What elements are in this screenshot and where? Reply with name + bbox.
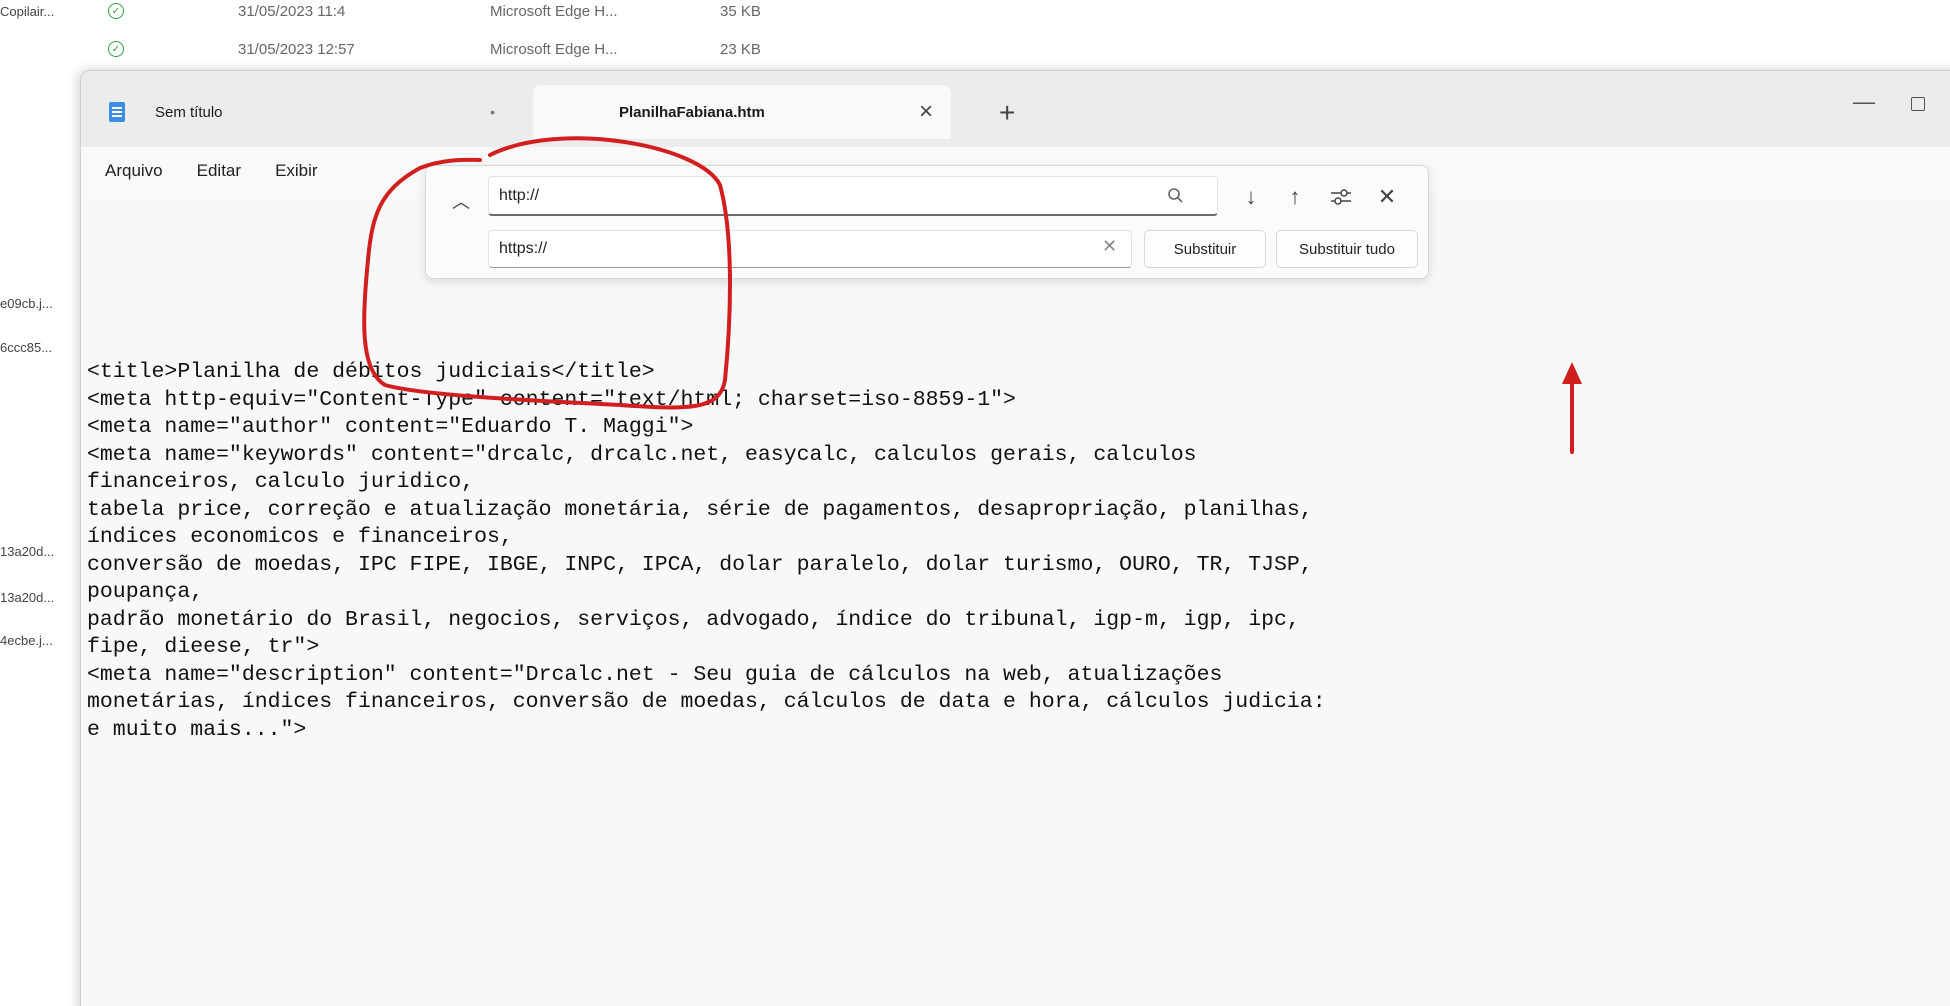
tab-planilhafabiana[interactable]: PlanilhaFabiana.htm ×: [533, 85, 951, 139]
close-icon[interactable]: ✕: [1374, 184, 1400, 210]
sync-status-icon: ✓: [108, 41, 124, 57]
file-name[interactable]: 4ecbe.j...: [0, 633, 84, 648]
code-line: poupança,: [87, 580, 204, 604]
options-icon[interactable]: [1328, 184, 1354, 210]
file-name[interactable]: 13a20d...: [0, 544, 84, 559]
arrow-up-icon[interactable]: ↑: [1282, 184, 1308, 210]
unsaved-indicator: •: [490, 104, 495, 120]
code-line: monetárias, índices financeiros, convers…: [87, 690, 1326, 714]
file-name: Copilair...: [0, 3, 55, 19]
file-type: Microsoft Edge H...: [490, 2, 618, 20]
menu-exibir[interactable]: Exibir: [275, 161, 318, 181]
file-date: 31/05/2023 12:57: [238, 40, 355, 58]
file-name[interactable]: 13a20d...: [0, 590, 84, 605]
replace-button[interactable]: Substituir: [1144, 230, 1266, 268]
file-name[interactable]: e09cb.j...: [0, 296, 84, 311]
menu-arquivo[interactable]: Arquivo: [105, 161, 163, 181]
replace-all-button[interactable]: Substituir tudo: [1276, 230, 1418, 268]
code-line: índices economicos e financeiros,: [87, 525, 513, 549]
notepad-window: Sem título • PlanilhaFabiana.htm × + — A…: [80, 70, 1950, 1006]
replace-input[interactable]: https://: [488, 230, 1132, 268]
search-icon[interactable]: [1166, 186, 1186, 206]
code-line: tabela price, correção e atualização mon…: [87, 497, 1313, 522]
arrow-down-icon[interactable]: ↓: [1238, 184, 1264, 210]
tab-label: PlanilhaFabiana.htm: [619, 103, 765, 121]
code-line: fipe, dieese, tr">: [87, 635, 320, 659]
file-date: 31/05/2023 11:4: [238, 2, 346, 20]
menu-editar[interactable]: Editar: [197, 161, 241, 181]
code-line: conversão de moedas, IPC FIPE, IBGE, INP…: [87, 552, 1313, 577]
code-line: financeiros, calculo juridico,: [87, 470, 475, 494]
code-line: <meta name="keywords" content="drcalc, d…: [87, 442, 1197, 467]
sync-status-icon: ✓: [108, 3, 124, 19]
title-bar: Sem título • PlanilhaFabiana.htm × + —: [81, 71, 1950, 147]
explorer-row[interactable]: ✓ 31/05/2023 12:57 Microsoft Edge H... 2…: [0, 34, 800, 64]
notepad-icon: [109, 102, 125, 122]
explorer-row[interactable]: Copilair... ✓ 31/05/2023 11:4 Microsoft …: [0, 0, 800, 26]
code-line: <meta name="author" content="Eduardo T. …: [87, 415, 694, 439]
new-tab-button[interactable]: +: [999, 97, 1015, 129]
file-type: Microsoft Edge H...: [490, 40, 618, 58]
maximize-button[interactable]: [1911, 97, 1925, 111]
close-tab-icon[interactable]: ×: [919, 98, 933, 126]
file-size: 35 KB: [720, 2, 761, 20]
find-input[interactable]: http://: [488, 176, 1218, 216]
chevron-up-icon[interactable]: ︿: [452, 188, 470, 214]
find-replace-panel: ︿ http:// ↓ ↑ ✕ https:// ✕ Substituir Su…: [425, 165, 1429, 279]
code-line: <meta http-equiv="Content-Type" content=…: [87, 387, 1016, 412]
tab-label: Sem título: [155, 103, 223, 121]
tab-untitled[interactable]: Sem título •: [109, 85, 521, 139]
file-name[interactable]: 6ccc85...: [0, 340, 84, 355]
file-size: 23 KB: [720, 40, 761, 58]
code-line: <title>Planilha de débitos judiciais</ti…: [87, 360, 655, 384]
editor-text-area[interactable]: <title>Planilha de débitos judiciais</ti…: [87, 359, 1950, 744]
code-line: e muito mais...">: [87, 717, 307, 742]
minimize-button[interactable]: —: [1853, 89, 1875, 115]
code-line: padrão monetário do Brasil, negocios, se…: [87, 607, 1300, 632]
code-line: <meta name="description" content="Drcalc…: [87, 662, 1223, 687]
clear-icon[interactable]: ✕: [1102, 236, 1117, 257]
